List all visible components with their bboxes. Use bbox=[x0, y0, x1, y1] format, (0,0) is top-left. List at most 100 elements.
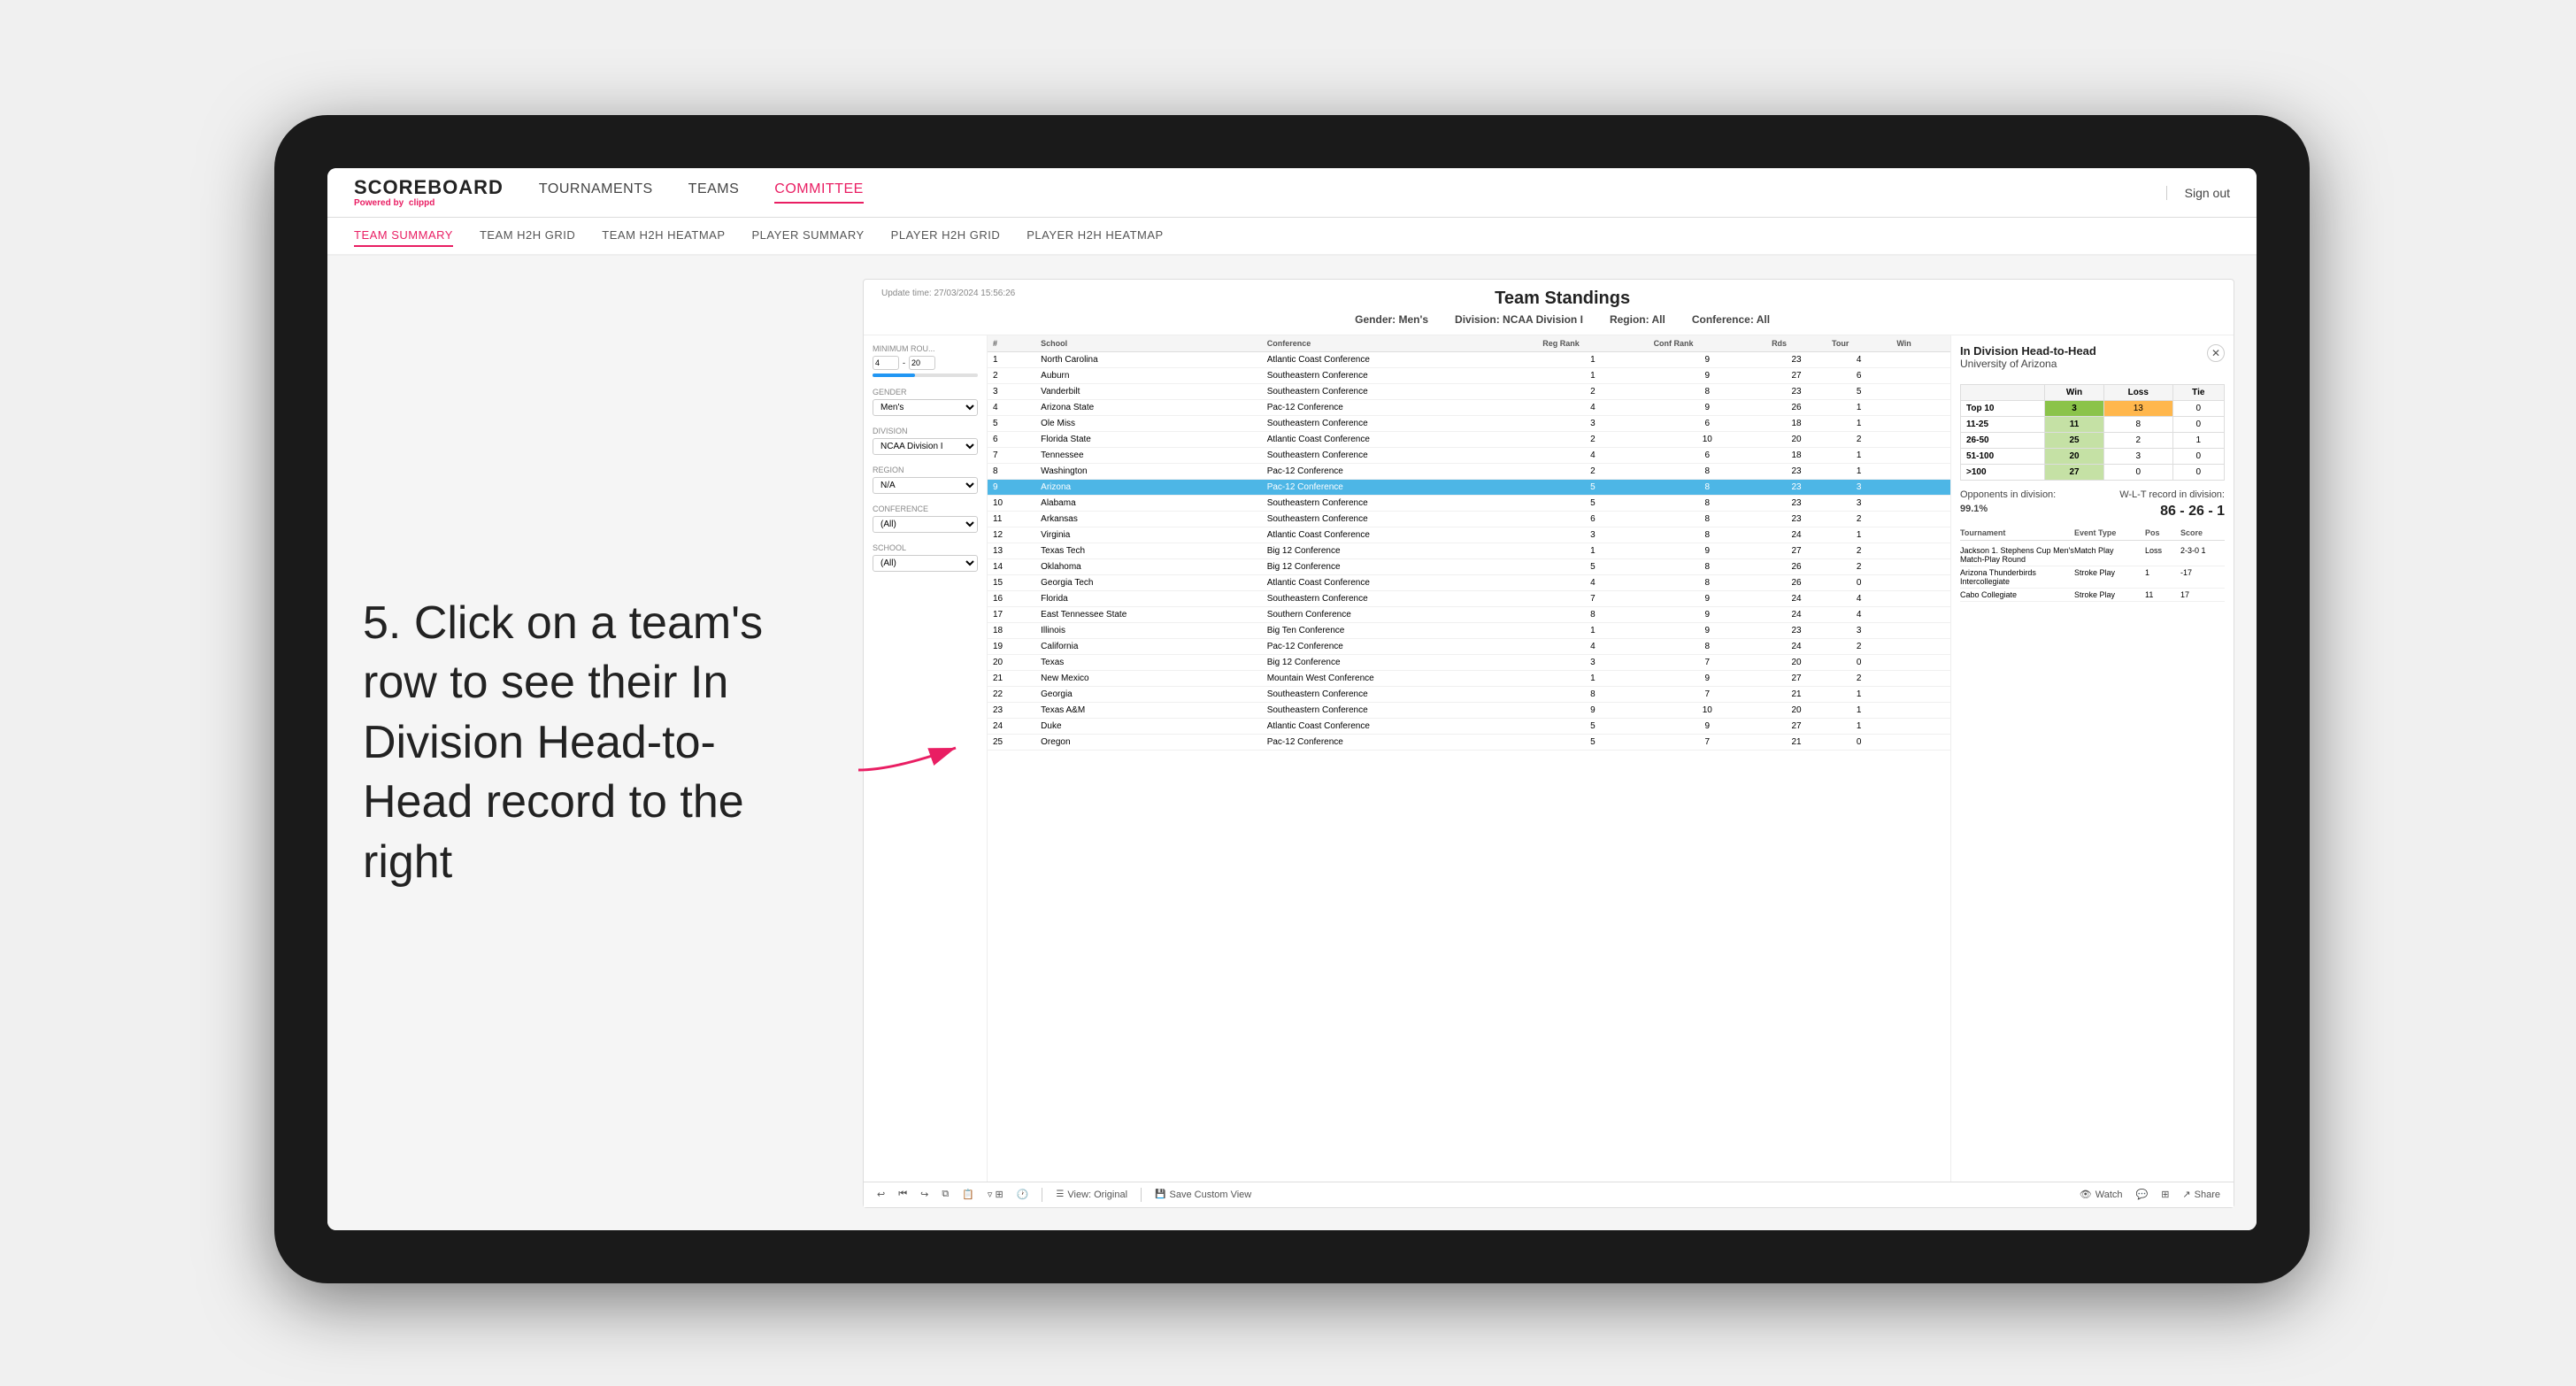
subnav-player-summary[interactable]: PLAYER SUMMARY bbox=[752, 225, 865, 247]
table-row[interactable]: 11 Arkansas Southeastern Conference 6 8 … bbox=[988, 511, 1950, 527]
conference-select[interactable]: (All) bbox=[873, 516, 978, 533]
logo-area: SCOREBOARD Powered by clippd bbox=[354, 177, 504, 208]
subnav-team-summary[interactable]: TEAM SUMMARY bbox=[354, 225, 453, 247]
subnav-team-h2h-grid[interactable]: TEAM H2H GRID bbox=[480, 225, 575, 247]
h2h-close-button[interactable]: ✕ bbox=[2207, 344, 2225, 362]
h2h-title: In Division Head-to-Head bbox=[1960, 344, 2096, 358]
table-row[interactable]: 7 Tennessee Southeastern Conference 4 6 … bbox=[988, 447, 1950, 463]
bottom-toolbar: ↩ ⏮ ↪ ⧉ 📋 ▿ ⊞ 🕐 ☰ View: Original bbox=[864, 1182, 2234, 1207]
view-original-button[interactable]: ☰ View: Original bbox=[1056, 1190, 1127, 1200]
table-row[interactable]: 10 Alabama Southeastern Conference 5 8 2… bbox=[988, 495, 1950, 511]
clock-button[interactable]: 🕐 bbox=[1017, 1189, 1029, 1200]
table-row[interactable]: 13 Texas Tech Big 12 Conference 1 9 27 2 bbox=[988, 543, 1950, 558]
panel-header: Update time: 27/03/2024 15:56:26 Team St… bbox=[864, 280, 2234, 335]
table-row[interactable]: 22 Georgia Southeastern Conference 8 7 2… bbox=[988, 686, 1950, 702]
table-row[interactable]: 8 Washington Pac-12 Conference 2 8 23 1 bbox=[988, 463, 1950, 479]
col-tour: Tour bbox=[1826, 335, 1891, 352]
watch-button[interactable]: 👁 Watch bbox=[2080, 1189, 2123, 1200]
h2h-table-row: 26-50 25 2 1 bbox=[1961, 432, 2225, 448]
slider-fill bbox=[873, 373, 915, 377]
nav-committee[interactable]: COMMITTEE bbox=[774, 181, 864, 204]
h2h-table-row: >100 27 0 0 bbox=[1961, 464, 2225, 480]
table-row[interactable]: 5 Ole Miss Southeastern Conference 3 6 1… bbox=[988, 415, 1950, 431]
table-row[interactable]: 25 Oregon Pac-12 Conference 5 7 21 0 bbox=[988, 734, 1950, 750]
region-select[interactable]: N/A bbox=[873, 477, 978, 494]
table-row[interactable]: 6 Florida State Atlantic Coast Conferenc… bbox=[988, 431, 1950, 447]
nav-teams[interactable]: TEAMS bbox=[688, 181, 740, 204]
comment-button[interactable]: 💬 bbox=[2136, 1189, 2149, 1200]
tournament-list: Tournament Event Type Pos Score Jackson … bbox=[1960, 528, 2225, 602]
tournament-row-1[interactable]: Jackson 1. Stephens Cup Men's Match-Play… bbox=[1960, 544, 2225, 566]
tournament-row-2[interactable]: Arizona Thunderbirds Intercollegiate Str… bbox=[1960, 566, 2225, 589]
table-row[interactable]: 16 Florida Southeastern Conference 7 9 2… bbox=[988, 590, 1950, 606]
min-rounds-input[interactable] bbox=[873, 356, 899, 370]
col-win: Win bbox=[1891, 335, 1950, 352]
logo-title: SCOREBOARD bbox=[354, 177, 504, 198]
paste-button[interactable]: 📋 bbox=[962, 1189, 974, 1200]
rounds-slider[interactable] bbox=[873, 373, 978, 377]
school-select[interactable]: (All) bbox=[873, 555, 978, 572]
h2h-panel: In Division Head-to-Head University of A… bbox=[1950, 335, 2234, 1182]
table-row[interactable]: 17 East Tennessee State Southern Confere… bbox=[988, 606, 1950, 622]
h2h-table-row: 51-100 20 3 0 bbox=[1961, 448, 2225, 464]
subnav-player-h2h-heatmap[interactable]: PLAYER H2H HEATMAP bbox=[1027, 225, 1163, 247]
table-row[interactable]: 14 Oklahoma Big 12 Conference 5 8 26 2 bbox=[988, 558, 1950, 574]
center-content: Update time: 27/03/2024 15:56:26 Team St… bbox=[841, 256, 2257, 1230]
table-row[interactable]: 3 Vanderbilt Southeastern Conference 2 8… bbox=[988, 383, 1950, 399]
h2h-table-row: Top 10 3 13 0 bbox=[1961, 400, 2225, 416]
min-rounds-label: Minimum Rou... bbox=[873, 344, 978, 353]
table-row[interactable]: 21 New Mexico Mountain West Conference 1… bbox=[988, 670, 1950, 686]
nav-items: TOURNAMENTS TEAMS COMMITTEE bbox=[539, 181, 2131, 204]
share-button[interactable]: ↗ Share bbox=[2182, 1189, 2220, 1200]
table-row[interactable]: 1 North Carolina Atlantic Coast Conferen… bbox=[988, 351, 1950, 367]
col-conf-rank: Conf Rank bbox=[1649, 335, 1767, 352]
gender-select[interactable]: Men's Women's bbox=[873, 399, 978, 416]
region-filter-label: Region bbox=[873, 466, 978, 474]
max-rounds-input[interactable] bbox=[909, 356, 935, 370]
conference-filter-label: Conference bbox=[873, 504, 978, 513]
table-area: # School Conference Reg Rank Conf Rank R… bbox=[988, 335, 1950, 1182]
options-button[interactable]: ▿ ⊞ bbox=[988, 1189, 1003, 1200]
table-row[interactable]: 2 Auburn Southeastern Conference 1 9 27 … bbox=[988, 367, 1950, 383]
wlt-value: 86 - 26 - 1 bbox=[2160, 504, 2225, 520]
sub-nav: TEAM SUMMARY TEAM H2H GRID TEAM H2H HEAT… bbox=[327, 218, 2257, 256]
col-rank: # bbox=[988, 335, 1035, 352]
table-row[interactable]: 15 Georgia Tech Atlantic Coast Conferenc… bbox=[988, 574, 1950, 590]
table-row[interactable]: 24 Duke Atlantic Coast Conference 5 9 27… bbox=[988, 718, 1950, 734]
school-filter-label: School bbox=[873, 543, 978, 552]
table-row[interactable]: 20 Texas Big 12 Conference 3 7 20 0 bbox=[988, 654, 1950, 670]
h2h-table: Win Loss Tie Top 10 3 13 0 11-25 11 8 bbox=[1960, 384, 2225, 481]
undo-button[interactable]: ↩ bbox=[877, 1189, 885, 1200]
top-nav: SCOREBOARD Powered by clippd TOURNAMENTS… bbox=[327, 168, 2257, 218]
nav-tournaments[interactable]: TOURNAMENTS bbox=[539, 181, 653, 204]
sign-out-link[interactable]: Sign out bbox=[2166, 186, 2230, 200]
tournament-row-3[interactable]: Cabo Collegiate Stroke Play 11 17 bbox=[1960, 589, 2225, 602]
opponents-label: Opponents in division: bbox=[1960, 489, 2056, 500]
table-row[interactable]: 4 Arizona State Pac-12 Conference 4 9 26… bbox=[988, 399, 1950, 415]
filter-range-row: - bbox=[873, 356, 978, 370]
table-row[interactable]: 19 California Pac-12 Conference 4 8 24 2 bbox=[988, 638, 1950, 654]
col-reg-rank: Reg Rank bbox=[1537, 335, 1648, 352]
table-header-row: # School Conference Reg Rank Conf Rank R… bbox=[988, 335, 1950, 352]
table-row[interactable]: 18 Illinois Big Ten Conference 1 9 23 3 bbox=[988, 622, 1950, 638]
redo-button[interactable]: ↪ bbox=[920, 1189, 928, 1200]
filter-gender: Gender Men's Women's bbox=[873, 388, 978, 416]
panel-body: Minimum Rou... - bbox=[864, 335, 2234, 1182]
panel-title: Team Standings bbox=[1015, 289, 2110, 309]
table-row[interactable]: 9 Arizona Pac-12 Conference 5 8 23 3 bbox=[988, 479, 1950, 495]
stats-values-row: 99.1% 86 - 26 - 1 bbox=[1960, 504, 2225, 520]
subnav-player-h2h-grid[interactable]: PLAYER H2H GRID bbox=[891, 225, 1001, 247]
table-row[interactable]: 12 Virginia Atlantic Coast Conference 3 … bbox=[988, 527, 1950, 543]
col-conference: Conference bbox=[1262, 335, 1538, 352]
col-rds: Rds bbox=[1766, 335, 1826, 352]
h2h-table-row: 11-25 11 8 0 bbox=[1961, 416, 2225, 432]
subnav-team-h2h-heatmap[interactable]: TEAM H2H HEATMAP bbox=[602, 225, 725, 247]
step-back-button[interactable]: ⏮ bbox=[898, 1189, 907, 1200]
table-row[interactable]: 23 Texas A&M Southeastern Conference 9 1… bbox=[988, 702, 1950, 718]
tablet-screen: SCOREBOARD Powered by clippd TOURNAMENTS… bbox=[327, 168, 2257, 1230]
save-custom-view-button[interactable]: 💾 Save Custom View bbox=[1155, 1190, 1251, 1200]
filter-region: Region N/A bbox=[873, 466, 978, 494]
grid-button[interactable]: ⊞ bbox=[2161, 1189, 2169, 1200]
copy-button[interactable]: ⧉ bbox=[942, 1189, 949, 1200]
division-select[interactable]: NCAA Division I bbox=[873, 438, 978, 455]
